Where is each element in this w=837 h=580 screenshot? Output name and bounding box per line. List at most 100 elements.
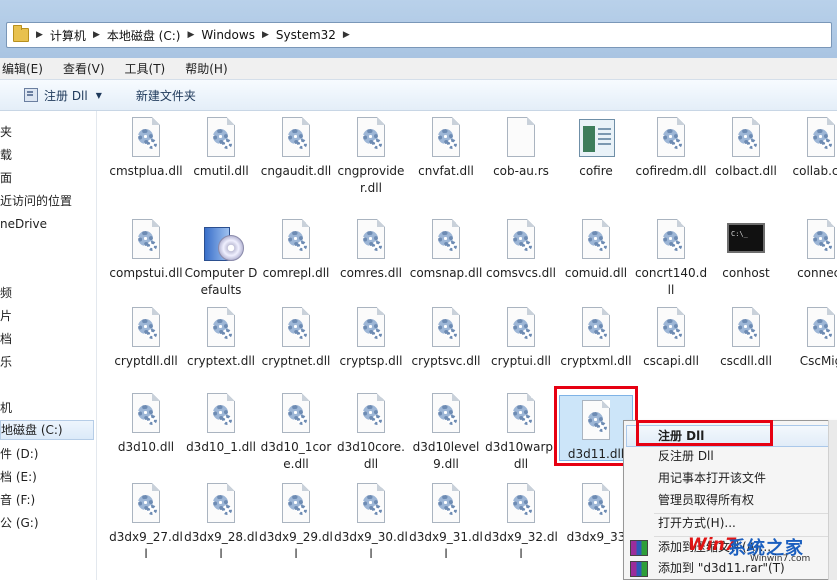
file-name: cofiredm.dll <box>635 164 707 178</box>
nav-pictures[interactable]: 片 <box>0 307 12 325</box>
chevron-right-icon[interactable]: ▶ <box>187 30 194 40</box>
file-name: comres.dll <box>339 266 403 280</box>
file-item[interactable]: d3d10level9.dll <box>409 393 483 473</box>
menu-view[interactable]: 查看(V) <box>63 60 105 77</box>
file-item[interactable]: comsnap.dll <box>409 219 483 282</box>
file-item[interactable]: CscMig <box>784 307 837 370</box>
file-item[interactable]: cob-au.rs <box>484 117 558 180</box>
dll-file-icon <box>427 393 465 437</box>
file-item[interactable]: d3dx9_27.dll <box>109 483 183 563</box>
file-item[interactable]: colbact.dll <box>709 117 783 180</box>
file-item[interactable]: cryptsvc.dll <box>409 307 483 370</box>
chevron-down-icon: ▼ <box>95 90 102 100</box>
breadcrumb-windows[interactable]: Windows <box>201 28 255 42</box>
file-name: colbact.dll <box>715 164 777 178</box>
file-item[interactable]: d3dx9_29.dll <box>259 483 333 563</box>
file-item[interactable]: cngaudit.dll <box>259 117 333 180</box>
chevron-right-icon[interactable]: ▶ <box>343 30 350 40</box>
register-dll-button[interactable]: 注册 Dll ▼ <box>24 87 102 104</box>
file-item[interactable]: connect <box>784 219 837 282</box>
file-item[interactable]: cryptsp.dll <box>334 307 408 370</box>
breadcrumb-computer[interactable]: 计算机 <box>50 27 86 44</box>
dll-file-icon <box>127 393 165 437</box>
file-item[interactable]: d3d10_1core.dll <box>259 393 333 473</box>
file-item[interactable]: cryptxml.dll <box>559 307 633 370</box>
nav-music[interactable]: 乐 <box>0 353 12 371</box>
nav-computer[interactable]: 机 <box>0 399 12 417</box>
dll-file-icon <box>352 117 390 161</box>
navigation-pane: 夹 载 面 近访问的位置 neDrive 频 片 档 乐 机 地磁盘 (C:) … <box>0 111 97 580</box>
file-item[interactable]: cscapi.dll <box>634 307 708 370</box>
nav-drive-e[interactable]: 档 (E:) <box>0 468 37 486</box>
nav-videos[interactable]: 频 <box>0 284 12 302</box>
file-item[interactable]: conhost <box>709 219 783 282</box>
file-name: d3d10.dll <box>117 440 175 454</box>
dll-file-icon <box>577 219 615 263</box>
file-name: cryptdll.dll <box>114 354 178 368</box>
file-item[interactable]: d3dx9_32.dll <box>484 483 558 563</box>
command-bar: 注册 Dll ▼ 新建文件夹 <box>0 80 837 111</box>
file-item[interactable]: d3dx9_28.dll <box>184 483 258 563</box>
file-item[interactable]: Computer Defaults <box>184 219 258 299</box>
file-item[interactable]: comuid.dll <box>559 219 633 282</box>
dll-file-icon <box>202 307 240 351</box>
file-item[interactable]: cryptui.dll <box>484 307 558 370</box>
new-folder-button[interactable]: 新建文件夹 <box>136 87 196 104</box>
breadcrumb-local-disk[interactable]: 本地磁盘 (C:) <box>107 27 181 44</box>
file-item[interactable]: cryptnet.dll <box>259 307 333 370</box>
file-item[interactable]: cscdll.dll <box>709 307 783 370</box>
ctx-open-notepad[interactable]: 用记事本打开该文件 <box>658 467 766 489</box>
file-item[interactable]: cmutil.dll <box>184 117 258 180</box>
menu-tools[interactable]: 工具(T) <box>125 60 166 77</box>
file-item[interactable]: comrepl.dll <box>259 219 333 282</box>
file-item[interactable]: d3d10warp.dll <box>484 393 558 473</box>
file-item[interactable]: cngprovider.dll <box>334 117 408 197</box>
breadcrumb-system32[interactable]: System32 <box>276 28 336 42</box>
chevron-right-icon[interactable]: ▶ <box>93 30 100 40</box>
address-bar[interactable]: ▶ 计算机 ▶ 本地磁盘 (C:) ▶ Windows ▶ System32 ▶ <box>6 22 832 48</box>
dll-file-icon <box>277 483 315 527</box>
nav-drive-d[interactable]: 件 (D:) <box>0 445 38 463</box>
file-name: cryptsvc.dll <box>411 354 481 368</box>
file-item[interactable]: d3d10.dll <box>109 393 183 456</box>
chevron-right-icon[interactable]: ▶ <box>262 30 269 40</box>
file-item[interactable]: concrt140.dll <box>634 219 708 299</box>
file-item[interactable]: cofire <box>559 117 633 180</box>
menu-help[interactable]: 帮助(H) <box>185 60 227 77</box>
file-item[interactable]: cnvfat.dll <box>409 117 483 180</box>
file-name: cnvfat.dll <box>418 164 474 178</box>
file-item[interactable]: cofiredm.dll <box>634 117 708 180</box>
file-item[interactable]: d3dx9_31.dll <box>409 483 483 563</box>
ctx-unregister-dll[interactable]: 反注册 Dll <box>658 445 714 467</box>
file-item[interactable]: cryptdll.dll <box>109 307 183 370</box>
file-item[interactable]: collab.cpl <box>784 117 837 180</box>
nav-recent-places[interactable]: 近访问的位置 <box>0 192 72 210</box>
nav-onedrive[interactable]: neDrive <box>0 215 47 233</box>
dll-file-icon <box>652 307 690 351</box>
dll-file-icon <box>652 219 690 263</box>
dll-file-icon <box>502 307 540 351</box>
nav-favorites[interactable]: 夹 <box>0 123 12 141</box>
file-item[interactable]: comres.dll <box>334 219 408 282</box>
nav-documents[interactable]: 档 <box>0 330 12 348</box>
nav-drive-g[interactable]: 公 (G:) <box>0 514 39 532</box>
nav-drive-c[interactable]: 地磁盘 (C:) <box>0 420 94 440</box>
dll-file-icon <box>352 307 390 351</box>
file-name: d3dx9_32.dll <box>484 530 558 561</box>
nav-downloads[interactable]: 载 <box>0 146 12 164</box>
file-item[interactable]: compstui.dll <box>109 219 183 282</box>
ctx-take-ownership[interactable]: 管理员取得所有权 <box>658 489 754 511</box>
menu-edit[interactable]: 编辑(E) <box>2 60 43 77</box>
ctx-open-with[interactable]: 打开方式(H)... <box>658 512 736 534</box>
file-item[interactable]: cryptext.dll <box>184 307 258 370</box>
file-item[interactable]: cmstplua.dll <box>109 117 183 180</box>
file-item[interactable]: d3dx9_33 <box>559 483 633 546</box>
nav-desktop[interactable]: 面 <box>0 169 12 187</box>
dll-file-icon <box>727 117 765 161</box>
chevron-right-icon[interactable]: ▶ <box>36 30 43 40</box>
file-item[interactable]: d3dx9_30.dll <box>334 483 408 563</box>
file-item[interactable]: d3d10_1.dll <box>184 393 258 456</box>
file-item[interactable]: comsvcs.dll <box>484 219 558 282</box>
file-item[interactable]: d3d10core.dll <box>334 393 408 473</box>
nav-drive-f[interactable]: 音 (F:) <box>0 491 35 509</box>
